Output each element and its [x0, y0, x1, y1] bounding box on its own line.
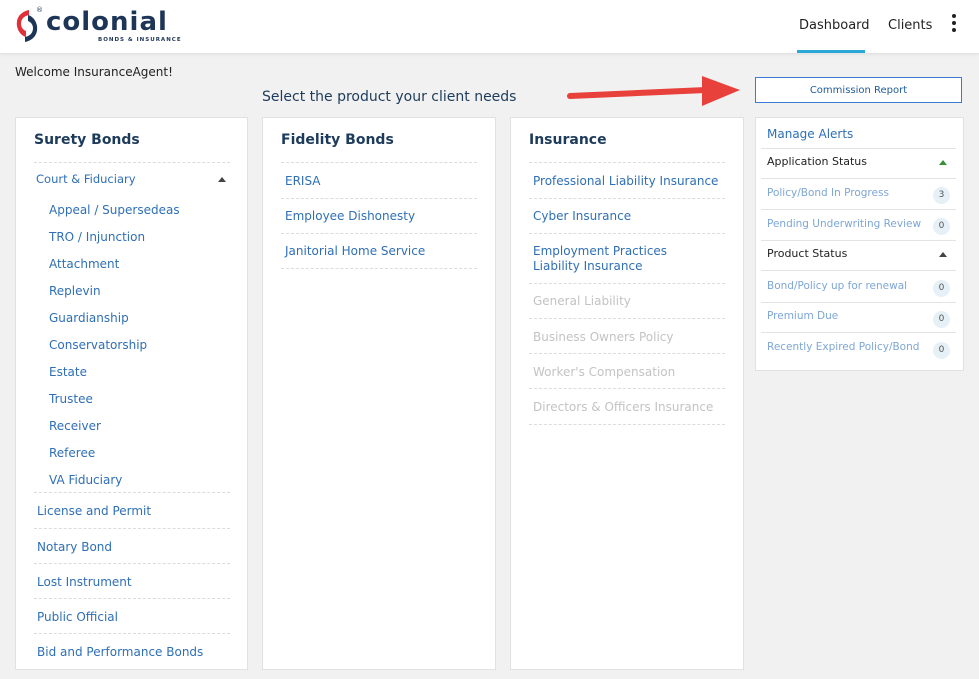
collapse-caret-icon[interactable]	[218, 177, 226, 182]
count-badge: 0	[933, 311, 950, 328]
list-item[interactable]: VA Fiduciary	[49, 473, 122, 487]
list-item[interactable]: Attachment	[49, 257, 119, 271]
page-heading: Select the product your client needs	[262, 89, 517, 105]
list-item[interactable]: TRO / Injunction	[49, 230, 145, 244]
list-item[interactable]: License and Permit	[37, 504, 151, 518]
fidelity-bonds-card: Fidelity Bonds ERISA Employee Dishonesty…	[262, 117, 496, 670]
list-item[interactable]: Estate	[49, 365, 87, 379]
alert-link-renewal[interactable]: Bond/Policy up for renewal	[767, 280, 907, 292]
colonial-logo[interactable]: ® colonial BONDS & INSURANCE	[14, 6, 181, 46]
brand-name: colonial	[46, 7, 168, 37]
list-item[interactable]: Conservatorship	[49, 338, 147, 352]
alert-link-in-progress[interactable]: Policy/Bond In Progress	[767, 187, 889, 199]
active-tab-indicator	[797, 50, 865, 53]
list-item[interactable]: Professional Liability Insurance	[533, 174, 718, 188]
list-item[interactable]: Trustee	[49, 392, 93, 406]
count-badge: 0	[933, 342, 950, 359]
manage-alerts-panel: Manage Alerts Application Status Policy/…	[755, 117, 964, 371]
list-item[interactable]: Guardianship	[49, 311, 129, 325]
product-status-header[interactable]: Product Status	[767, 247, 847, 260]
insurance-card: Insurance Professional Liability Insuran…	[510, 117, 744, 670]
registered-mark: ®	[36, 6, 43, 14]
application-status-header[interactable]: Application Status	[767, 155, 867, 168]
list-item[interactable]: Replevin	[49, 284, 101, 298]
list-item[interactable]: Referee	[49, 446, 95, 460]
list-item[interactable]: Receiver	[49, 419, 101, 433]
list-item: General Liability	[533, 294, 631, 308]
surety-bonds-card: Surety Bonds Court & Fiduciary Appeal / …	[15, 117, 248, 670]
list-item[interactable]: Employment Practices Liability Insurance	[533, 244, 713, 274]
collapse-caret-icon[interactable]	[939, 252, 947, 257]
nav-clients[interactable]: Clients	[888, 18, 932, 33]
welcome-message: Welcome InsuranceAgent!	[15, 65, 173, 79]
count-badge: 0	[933, 218, 950, 235]
list-item[interactable]: Appeal / Supersedeas	[49, 203, 180, 217]
more-vert-icon[interactable]	[950, 14, 958, 36]
alert-link-pending-review[interactable]: Pending Underwriting Review	[767, 218, 921, 230]
insurance-title: Insurance	[529, 132, 607, 148]
alert-link-premium-due[interactable]: Premium Due	[767, 310, 838, 322]
list-item: Worker's Compensation	[533, 365, 676, 379]
list-item[interactable]: ERISA	[285, 174, 321, 188]
alert-link-expired[interactable]: Recently Expired Policy/Bond	[767, 341, 919, 353]
list-item[interactable]: Notary Bond	[37, 540, 112, 554]
list-item[interactable]: Cyber Insurance	[533, 209, 631, 223]
count-badge: 3	[933, 187, 950, 204]
court-fiduciary-group[interactable]: Court & Fiduciary	[36, 172, 136, 186]
list-item: Business Owners Policy	[533, 330, 674, 344]
list-item[interactable]: Public Official	[37, 610, 118, 624]
collapse-caret-icon[interactable]	[939, 160, 947, 165]
count-badge: 0	[933, 280, 950, 297]
list-item[interactable]: Janitorial Home Service	[285, 244, 425, 258]
nav-dashboard[interactable]: Dashboard	[799, 18, 870, 33]
brand-subtitle: BONDS & INSURANCE	[98, 37, 182, 43]
commission-report-button[interactable]: Commission Report	[755, 77, 962, 103]
top-navbar: ® colonial BONDS & INSURANCE Dashboard C…	[0, 0, 979, 54]
list-item[interactable]: Lost Instrument	[37, 575, 132, 589]
list-item[interactable]: Employee Dishonesty	[285, 209, 415, 223]
manage-alerts-title[interactable]: Manage Alerts	[767, 127, 853, 141]
fidelity-bonds-title: Fidelity Bonds	[281, 132, 394, 148]
list-item: Directors & Officers Insurance	[533, 400, 714, 414]
list-item[interactable]: Bid and Performance Bonds	[37, 645, 203, 659]
surety-bonds-title: Surety Bonds	[34, 132, 140, 148]
annotation-arrow-icon	[567, 76, 740, 106]
